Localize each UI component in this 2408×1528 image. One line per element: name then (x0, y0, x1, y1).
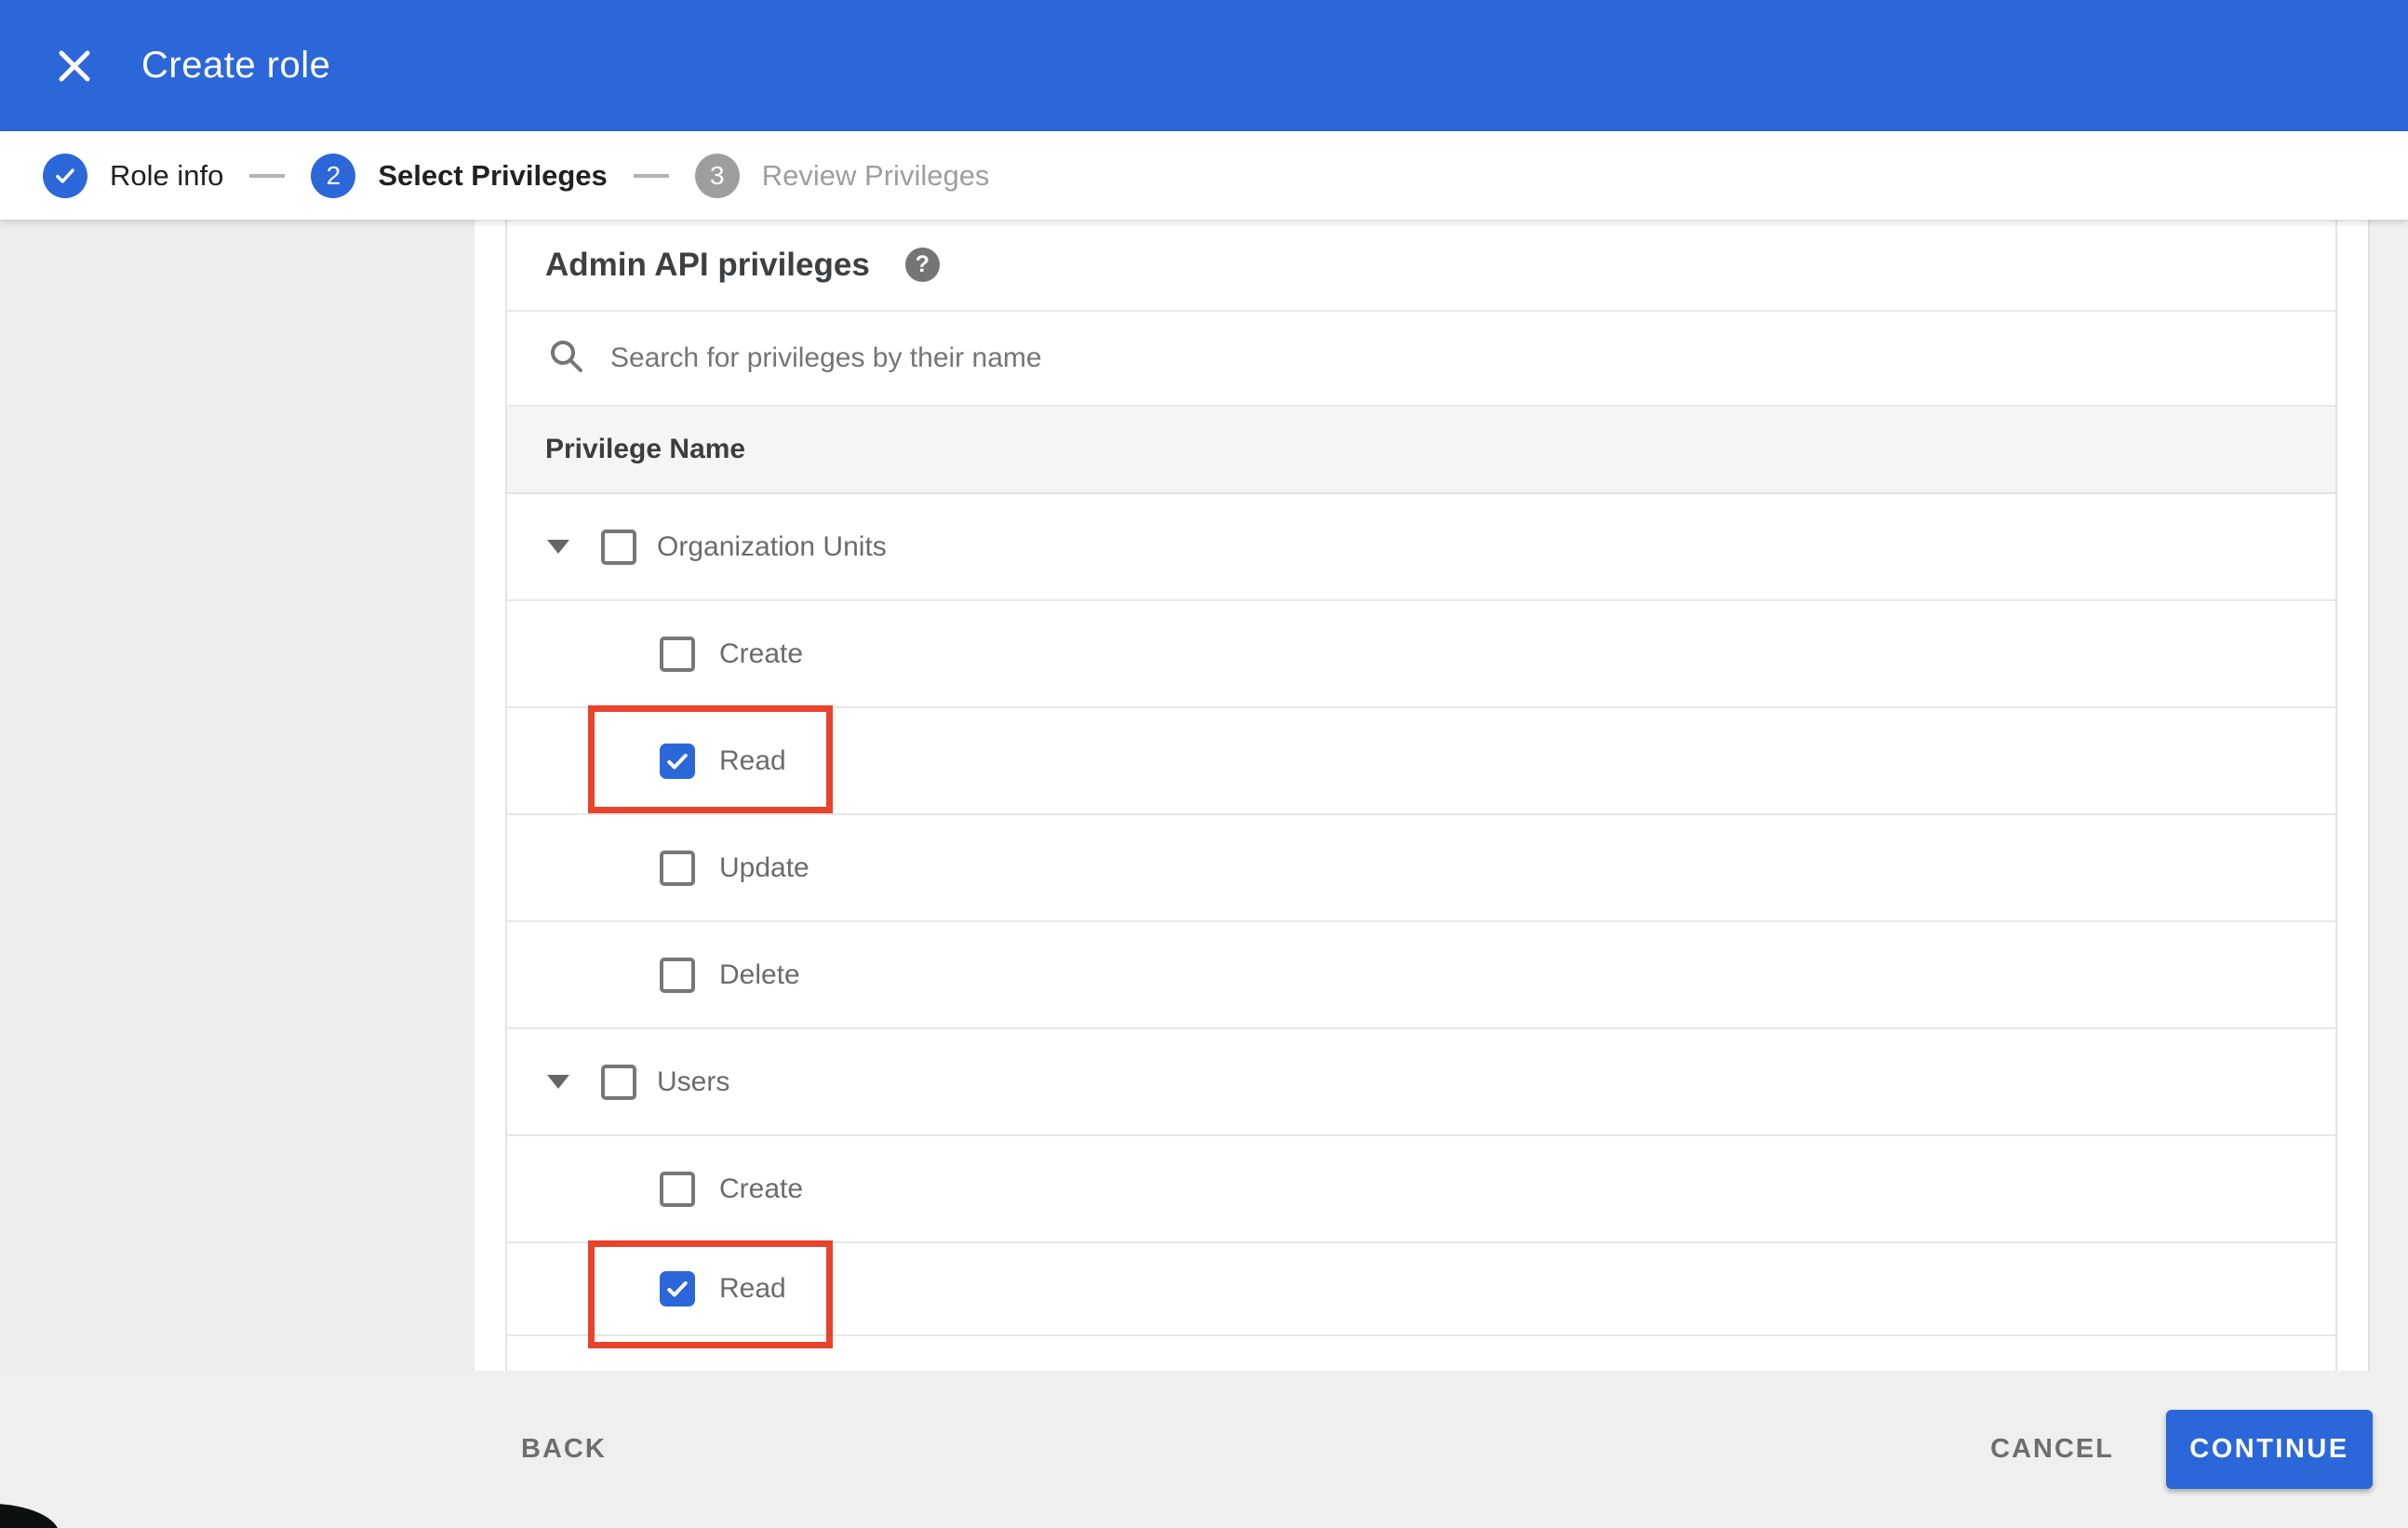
privilege-checkbox[interactable] (660, 850, 695, 886)
column-header-privilege-name: Privilege Name (545, 434, 746, 464)
privilege-label: Organization Units (657, 530, 887, 562)
privilege-checkbox[interactable] (660, 1171, 695, 1207)
table-row[interactable]: Users (507, 1029, 2335, 1136)
search-icon (547, 337, 586, 381)
dialog-title: Create role (141, 45, 331, 86)
close-icon[interactable] (48, 40, 100, 92)
step-label: Review Privileges (761, 158, 990, 192)
privilege-label: Create (719, 637, 804, 669)
question-mark-icon[interactable]: ? (904, 248, 940, 282)
table-row[interactable]: Delete (507, 922, 2335, 1029)
table-row[interactable]: Create (507, 601, 2335, 708)
table-row[interactable]: Read (507, 705, 2335, 815)
step-number-badge: 3 (694, 153, 740, 198)
cancel-button[interactable]: CANCEL (1990, 1434, 2114, 1465)
app-bar: Create role (0, 0, 2408, 131)
section-heading-row: Admin API privileges ? (507, 220, 2335, 312)
table-row[interactable]: Update (507, 815, 2335, 922)
left-gutter (0, 220, 475, 1371)
privileges-table: Admin API privileges ? Privilege Name Or… (505, 220, 2337, 1371)
search-row (507, 312, 2335, 407)
step-select-privileges[interactable]: 2 Select Privileges (311, 153, 608, 198)
step-review-privileges[interactable]: 3 Review Privileges (694, 153, 990, 198)
footer-actions: CANCEL CONTINUE (1990, 1410, 2373, 1489)
create-role-dialog: Create role Role info 2 Select Privilege… (0, 0, 2408, 1528)
privilege-label: Create (719, 1173, 804, 1204)
privilege-label: Users (657, 1066, 730, 1097)
dialog-body: Admin API privileges ? Privilege Name Or… (0, 220, 2408, 1371)
search-input[interactable] (610, 342, 2006, 374)
privilege-checkbox[interactable] (601, 1064, 636, 1100)
privilege-rows: Organization Units Create Read Update De… (507, 494, 2335, 1371)
table-row[interactable]: Create (507, 1136, 2335, 1243)
step-separator (249, 173, 286, 178)
privilege-checkbox[interactable] (660, 636, 695, 672)
step-role-info[interactable]: Role info (43, 153, 224, 198)
privileges-panel: Admin API privileges ? Privilege Name Or… (475, 220, 2368, 1371)
privilege-label: Read (719, 744, 786, 776)
table-row[interactable]: Read (507, 1240, 2335, 1348)
triangle-down-icon[interactable] (547, 540, 569, 554)
section-title: Admin API privileges (545, 246, 870, 283)
checkmark-icon (667, 1280, 688, 1297)
check-icon (43, 153, 87, 198)
privilege-label: Update (719, 851, 809, 883)
table-row[interactable]: Organization Units (507, 494, 2335, 601)
highlight-annotation-box (588, 705, 833, 813)
privilege-checkbox[interactable] (660, 1271, 695, 1307)
step-number-badge: 2 (311, 153, 356, 198)
step-separator (633, 173, 669, 178)
table-header-row: Privilege Name (507, 407, 2335, 494)
checkmark-icon (667, 753, 688, 770)
back-button[interactable]: BACK (521, 1434, 607, 1465)
highlight-annotation-box (588, 1240, 833, 1348)
stepper: Role info 2 Select Privileges 3 Review P… (0, 131, 2408, 220)
privilege-label: Delete (719, 958, 800, 990)
step-label: Select Privileges (378, 158, 608, 192)
right-gutter (2368, 220, 2408, 1371)
continue-button[interactable]: CONTINUE (2166, 1410, 2373, 1489)
dialog-footer: BACK CANCEL CONTINUE (0, 1371, 2408, 1528)
privilege-checkbox[interactable] (660, 743, 695, 779)
privilege-checkbox[interactable] (660, 957, 695, 993)
triangle-down-icon[interactable] (547, 1075, 569, 1089)
step-label: Role info (110, 158, 224, 192)
privilege-label: Read (719, 1273, 786, 1304)
privilege-checkbox[interactable] (601, 529, 636, 565)
